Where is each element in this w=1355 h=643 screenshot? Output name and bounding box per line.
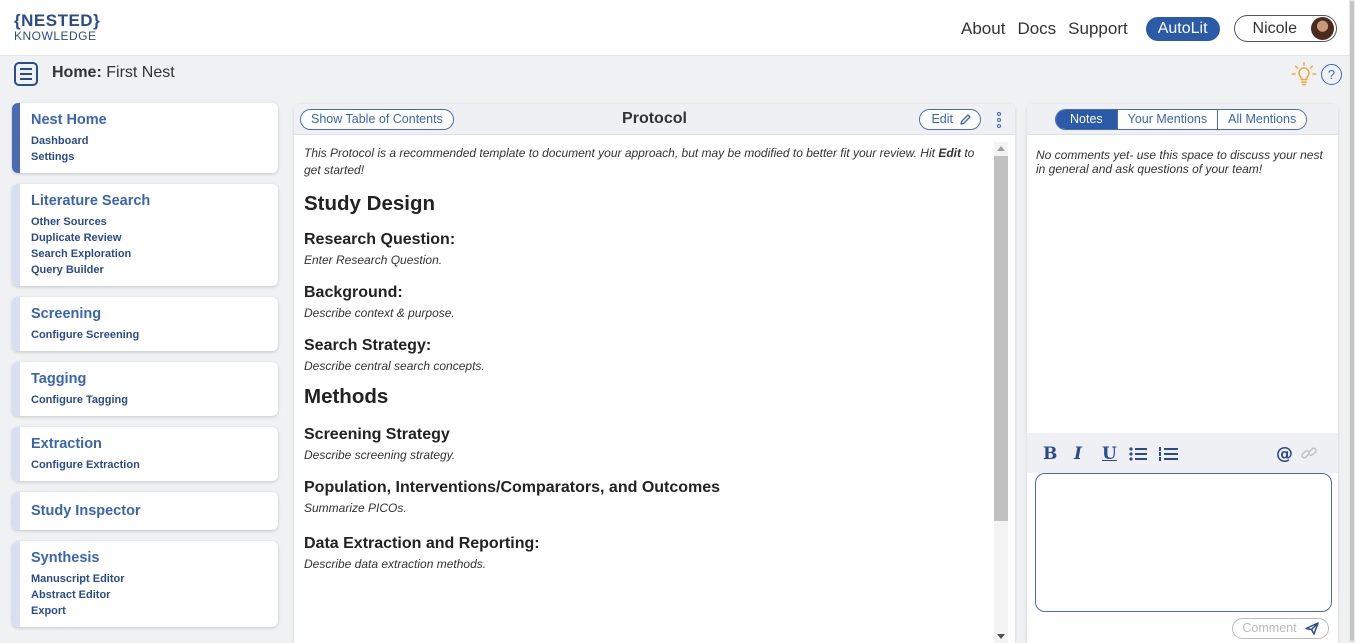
- empty-notes-message: No comments yet- use this space to discu…: [1036, 148, 1323, 176]
- scroll-down-icon[interactable]: [997, 634, 1005, 639]
- sidebar-card-extraction: Extraction Configure Extraction: [12, 427, 278, 481]
- comment-input[interactable]: [1035, 473, 1332, 612]
- protocol-content: This Protocol is a recommended template …: [304, 145, 988, 571]
- tab-notes[interactable]: Notes: [1056, 110, 1117, 129]
- section-heading-research-question: Research Question:: [304, 231, 456, 248]
- top-navbar: {NESTED} KNOWLEDGE About Docs Support Au…: [0, 0, 1355, 56]
- section-heading-screening-strategy: Screening Strategy: [304, 426, 450, 443]
- top-nav-links: About Docs Support AutoLit Nicole: [959, 15, 1337, 42]
- bold-icon[interactable]: B: [1043, 444, 1057, 464]
- sidebar-item-settings[interactable]: Settings: [31, 149, 268, 165]
- sidebar-item-study-inspector[interactable]: Study Inspector: [31, 502, 268, 520]
- sidebar-item-export[interactable]: Export: [31, 603, 268, 619]
- pencil-icon: [960, 114, 971, 125]
- docs-link[interactable]: Docs: [1015, 19, 1058, 39]
- underline-icon[interactable]: U: [1102, 444, 1117, 464]
- section-heading-study-design: Study Design: [304, 192, 435, 215]
- link-icon[interactable]: [1300, 444, 1318, 462]
- protocol-panel: Show Table of Contents Protocol Edit Thi…: [294, 104, 1015, 643]
- sidebar-item-configure-extraction[interactable]: Configure Extraction: [31, 457, 268, 473]
- user-menu-button[interactable]: Nicole: [1233, 15, 1337, 42]
- numbered-list-icon[interactable]: [1158, 447, 1178, 461]
- edit-button[interactable]: Edit: [919, 109, 981, 130]
- comment-button-label: Comment: [1242, 621, 1297, 635]
- tab-your-mentions[interactable]: Your Mentions: [1116, 110, 1218, 129]
- placeholder-search-strategy: Describe central search concepts.: [304, 359, 485, 373]
- support-link[interactable]: Support: [1066, 19, 1130, 39]
- sidebar-item-configure-tagging[interactable]: Configure Tagging: [31, 392, 268, 408]
- more-options-icon[interactable]: [997, 112, 1001, 128]
- sidebar-card-synthesis: Synthesis Manuscript Editor Abstract Edi…: [12, 541, 278, 627]
- autolit-button[interactable]: AutoLit: [1145, 16, 1220, 41]
- placeholder-research-question: Enter Research Question.: [304, 253, 443, 267]
- sidebar-card-nest-home: Nest Home Dashboard Settings: [12, 103, 278, 173]
- notes-panel: Notes Your Mentions All Mentions No comm…: [1027, 104, 1338, 643]
- section-heading-methods: Methods: [304, 385, 389, 408]
- italic-icon[interactable]: I: [1074, 444, 1082, 464]
- bullet-list-icon[interactable]: [1129, 447, 1147, 461]
- sidebar-item-manuscript-editor[interactable]: Manuscript Editor: [31, 571, 268, 587]
- sidebar-item-literature-search[interactable]: Literature Search: [31, 192, 268, 210]
- lightbulb-icon[interactable]: [1291, 61, 1317, 87]
- sidebar-item-screening[interactable]: Screening: [31, 305, 268, 323]
- page-scrollbar[interactable]: [1349, 0, 1355, 643]
- sidebar-item-configure-screening[interactable]: Configure Screening: [31, 327, 268, 343]
- sidebar-item-query-builder[interactable]: Query Builder: [31, 262, 268, 278]
- protocol-scrollbar[interactable]: [994, 142, 1008, 643]
- formatting-toolbar: B I U @: [1027, 433, 1338, 473]
- avatar: [1311, 17, 1334, 40]
- about-link[interactable]: About: [959, 19, 1007, 39]
- tab-all-mentions[interactable]: All Mentions: [1217, 110, 1307, 129]
- sidebar-item-tagging[interactable]: Tagging: [31, 370, 268, 388]
- logo-line-1: {NESTED}: [14, 11, 101, 30]
- protocol-title: Protocol: [622, 110, 687, 127]
- section-heading-search-strategy: Search Strategy:: [304, 337, 432, 354]
- notes-tab-group: Notes Your Mentions All Mentions: [1055, 109, 1308, 130]
- section-heading-pico: Population, Interventions/Comparators, a…: [304, 479, 721, 496]
- placeholder-screening-strategy: Describe screening strategy.: [304, 448, 456, 462]
- scroll-up-icon[interactable]: [997, 146, 1005, 151]
- logo-line-2: KNOWLEDGE: [14, 29, 97, 43]
- mention-icon[interactable]: @: [1276, 444, 1293, 464]
- sidebar: Nest Home Dashboard Settings Literature …: [12, 103, 278, 638]
- user-name: Nicole: [1252, 19, 1297, 37]
- breadcrumb-nest: First Nest: [106, 64, 175, 81]
- sidebar-card-literature-search: Literature Search Other Sources Duplicat…: [12, 184, 278, 286]
- sidebar-item-nest-home[interactable]: Nest Home: [31, 111, 268, 129]
- sidebar-item-search-exploration[interactable]: Search Exploration: [31, 246, 268, 262]
- notes-header: Notes Your Mentions All Mentions: [1027, 104, 1338, 135]
- sidebar-item-synthesis[interactable]: Synthesis: [31, 549, 268, 567]
- sidebar-card-tagging: Tagging Configure Tagging: [12, 362, 278, 416]
- comment-button[interactable]: Comment: [1232, 618, 1329, 639]
- placeholder-pico: Summarize PICOs.: [304, 501, 407, 515]
- breadcrumb-label: Home:: [52, 64, 102, 81]
- sidebar-item-extraction[interactable]: Extraction: [31, 435, 268, 453]
- sidebar-item-dashboard[interactable]: Dashboard: [31, 133, 268, 149]
- protocol-intro: This Protocol is a recommended template …: [304, 145, 988, 179]
- hamburger-menu-icon[interactable]: [14, 62, 38, 86]
- sidebar-item-abstract-editor[interactable]: Abstract Editor: [31, 587, 268, 603]
- section-heading-background: Background:: [304, 284, 403, 301]
- sidebar-item-other-sources[interactable]: Other Sources: [31, 214, 268, 230]
- sidebar-card-screening: Screening Configure Screening: [12, 297, 278, 351]
- intro-text-1: This Protocol is a recommended template …: [304, 146, 939, 160]
- scrollbar-thumb[interactable]: [994, 156, 1008, 521]
- send-icon: [1304, 622, 1319, 635]
- protocol-header: Show Table of Contents Protocol Edit: [294, 104, 1015, 135]
- placeholder-data-extraction: Describe data extraction methods.: [304, 557, 487, 571]
- section-heading-data-extraction: Data Extraction and Reporting:: [304, 535, 540, 552]
- sidebar-card-study-inspector: Study Inspector: [12, 492, 278, 530]
- edit-label: Edit: [931, 112, 953, 126]
- logo[interactable]: {NESTED} KNOWLEDGE: [14, 12, 100, 42]
- placeholder-background: Describe context & purpose.: [304, 306, 455, 320]
- sidebar-item-duplicate-review[interactable]: Duplicate Review: [31, 230, 268, 246]
- breadcrumb: Home: First Nest: [52, 64, 175, 82]
- intro-edit-bold: Edit: [938, 146, 961, 160]
- sub-header: Home: First Nest ?: [0, 56, 1355, 92]
- help-icon[interactable]: ?: [1321, 64, 1342, 85]
